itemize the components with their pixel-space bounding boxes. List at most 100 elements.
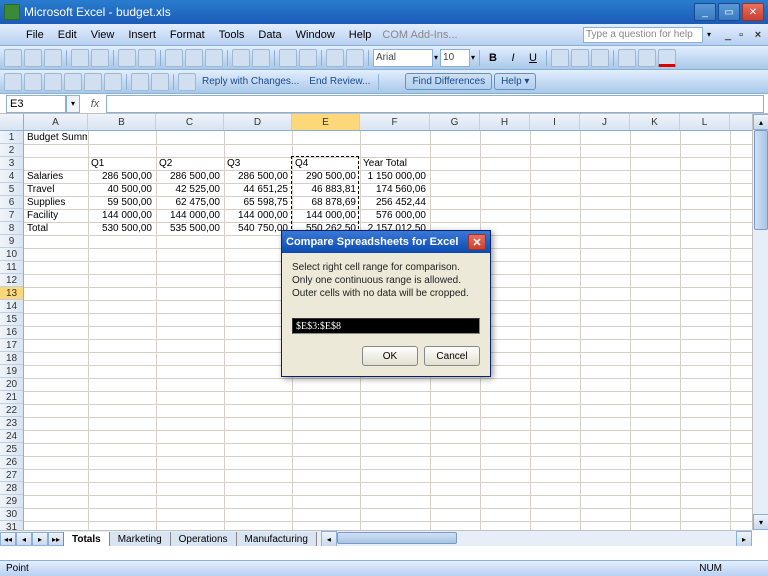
redo-icon[interactable] bbox=[252, 49, 270, 67]
cell-D5[interactable]: 44 651,25 bbox=[224, 183, 291, 196]
scroll-right-icon[interactable]: ▸ bbox=[736, 531, 752, 546]
italic-button[interactable]: I bbox=[504, 49, 522, 67]
cell-E5[interactable]: 46 883,81 bbox=[292, 183, 359, 196]
cell-C5[interactable]: 42 525,00 bbox=[156, 183, 223, 196]
align-left-icon[interactable] bbox=[551, 49, 569, 67]
dialog-titlebar[interactable]: Compare Spreadsheets for Excel ✕ bbox=[282, 231, 490, 253]
help-dropdown-icon[interactable]: ▾ bbox=[707, 30, 711, 39]
row-header-3[interactable]: 3 bbox=[0, 157, 23, 170]
align-center-icon[interactable] bbox=[571, 49, 589, 67]
menu-help[interactable]: Help bbox=[342, 27, 379, 43]
menu-view[interactable]: View bbox=[84, 27, 122, 43]
rev-ico3[interactable] bbox=[44, 73, 62, 91]
bold-button[interactable]: B bbox=[484, 49, 502, 67]
col-header-L[interactable]: L bbox=[680, 114, 730, 130]
cell-E4[interactable]: 290 500,00 bbox=[292, 170, 359, 183]
row-header-28[interactable]: 28 bbox=[0, 482, 23, 495]
help-search-input[interactable] bbox=[583, 27, 703, 43]
row-header-30[interactable]: 30 bbox=[0, 508, 23, 521]
cell-A6[interactable]: Supplies bbox=[24, 196, 87, 209]
row-header-17[interactable]: 17 bbox=[0, 339, 23, 352]
cell-F5[interactable]: 174 560,06 bbox=[360, 183, 429, 196]
rev-ico2[interactable] bbox=[24, 73, 42, 91]
vscroll-thumb[interactable] bbox=[754, 130, 768, 230]
cell-A4[interactable]: Salaries bbox=[24, 170, 87, 183]
cell-B7[interactable]: 144 000,00 bbox=[88, 209, 155, 222]
doc-minimize-button[interactable]: _ bbox=[725, 29, 731, 41]
fx-button[interactable]: fx bbox=[86, 95, 104, 113]
com-addins[interactable]: COM Add-Ins... bbox=[382, 29, 457, 41]
tab-prev-icon[interactable]: ◂ bbox=[16, 532, 32, 546]
cell-A7[interactable]: Facility bbox=[24, 209, 87, 222]
sheet-tab-marketing[interactable]: Marketing bbox=[109, 532, 171, 547]
row-header-8[interactable]: 8 bbox=[0, 222, 23, 235]
cell-B6[interactable]: 59 500,00 bbox=[88, 196, 155, 209]
select-all-corner[interactable] bbox=[0, 114, 24, 130]
cell-B4[interactable]: 286 500,00 bbox=[88, 170, 155, 183]
reply-changes-button[interactable]: Reply with Changes... bbox=[198, 74, 303, 89]
save-icon[interactable] bbox=[44, 49, 62, 67]
row-header-7[interactable]: 7 bbox=[0, 209, 23, 222]
cell-C7[interactable]: 144 000,00 bbox=[156, 209, 223, 222]
cancel-button[interactable]: Cancel bbox=[424, 346, 480, 366]
tab-next-icon[interactable]: ▸ bbox=[32, 532, 48, 546]
menu-tools[interactable]: Tools bbox=[212, 27, 252, 43]
col-header-D[interactable]: D bbox=[224, 114, 292, 130]
cell-C3[interactable]: Q2 bbox=[156, 157, 223, 170]
col-header-G[interactable]: G bbox=[430, 114, 480, 130]
cell-A8[interactable]: Total bbox=[24, 222, 87, 235]
help-button[interactable]: Help ▾ bbox=[494, 73, 536, 90]
row-header-29[interactable]: 29 bbox=[0, 495, 23, 508]
row-header-18[interactable]: 18 bbox=[0, 352, 23, 365]
cell-D4[interactable]: 286 500,00 bbox=[224, 170, 291, 183]
cell-F7[interactable]: 576 000,00 bbox=[360, 209, 429, 222]
row-header-22[interactable]: 22 bbox=[0, 404, 23, 417]
menu-data[interactable]: Data bbox=[251, 27, 288, 43]
cell-E7[interactable]: 144 000,00 bbox=[292, 209, 359, 222]
row-header-15[interactable]: 15 bbox=[0, 313, 23, 326]
row-header-21[interactable]: 21 bbox=[0, 391, 23, 404]
row-header-19[interactable]: 19 bbox=[0, 365, 23, 378]
col-header-B[interactable]: B bbox=[88, 114, 156, 130]
col-header-E[interactable]: E bbox=[292, 114, 360, 130]
row-header-20[interactable]: 20 bbox=[0, 378, 23, 391]
research-icon[interactable] bbox=[138, 49, 156, 67]
range-input[interactable] bbox=[292, 318, 480, 334]
scroll-left-icon[interactable]: ◂ bbox=[321, 531, 337, 546]
menu-format[interactable]: Format bbox=[163, 27, 212, 43]
new-icon[interactable] bbox=[4, 49, 22, 67]
row-header-16[interactable]: 16 bbox=[0, 326, 23, 339]
col-header-J[interactable]: J bbox=[580, 114, 630, 130]
doc-restore-button[interactable]: ▫ bbox=[739, 29, 743, 41]
formula-bar[interactable] bbox=[106, 95, 764, 113]
sheet-tab-operations[interactable]: Operations bbox=[170, 532, 237, 547]
sheet-tab-totals[interactable]: Totals bbox=[63, 532, 110, 547]
doc-icon[interactable] bbox=[3, 28, 17, 42]
scroll-up-icon[interactable]: ▴ bbox=[753, 114, 768, 130]
cell-B5[interactable]: 40 500,00 bbox=[88, 183, 155, 196]
fillcolor-icon[interactable] bbox=[638, 49, 656, 67]
row-header-27[interactable]: 27 bbox=[0, 469, 23, 482]
cell-B8[interactable]: 530 500,00 bbox=[88, 222, 155, 235]
col-header-H[interactable]: H bbox=[480, 114, 530, 130]
cell-E6[interactable]: 68 878,69 bbox=[292, 196, 359, 209]
rev-ico5[interactable] bbox=[84, 73, 102, 91]
borders-icon[interactable] bbox=[618, 49, 636, 67]
row-header-23[interactable]: 23 bbox=[0, 417, 23, 430]
name-box[interactable]: E3 bbox=[6, 95, 66, 113]
row-header-1[interactable]: 1 bbox=[0, 131, 23, 144]
close-button[interactable]: ✕ bbox=[742, 3, 764, 21]
cell-C4[interactable]: 286 500,00 bbox=[156, 170, 223, 183]
row-header-12[interactable]: 12 bbox=[0, 274, 23, 287]
preview-icon[interactable] bbox=[91, 49, 109, 67]
hscroll-thumb[interactable] bbox=[337, 532, 457, 544]
rev-ico9[interactable] bbox=[178, 73, 196, 91]
rev-ico4[interactable] bbox=[64, 73, 82, 91]
tab-first-icon[interactable]: ◂◂ bbox=[0, 532, 16, 546]
minimize-button[interactable]: _ bbox=[694, 3, 716, 21]
menu-edit[interactable]: Edit bbox=[51, 27, 84, 43]
namebox-dropdown-icon[interactable]: ▾ bbox=[66, 95, 80, 113]
row-header-9[interactable]: 9 bbox=[0, 235, 23, 248]
dialog-close-button[interactable]: ✕ bbox=[468, 234, 486, 250]
tab-last-icon[interactable]: ▸▸ bbox=[48, 532, 64, 546]
